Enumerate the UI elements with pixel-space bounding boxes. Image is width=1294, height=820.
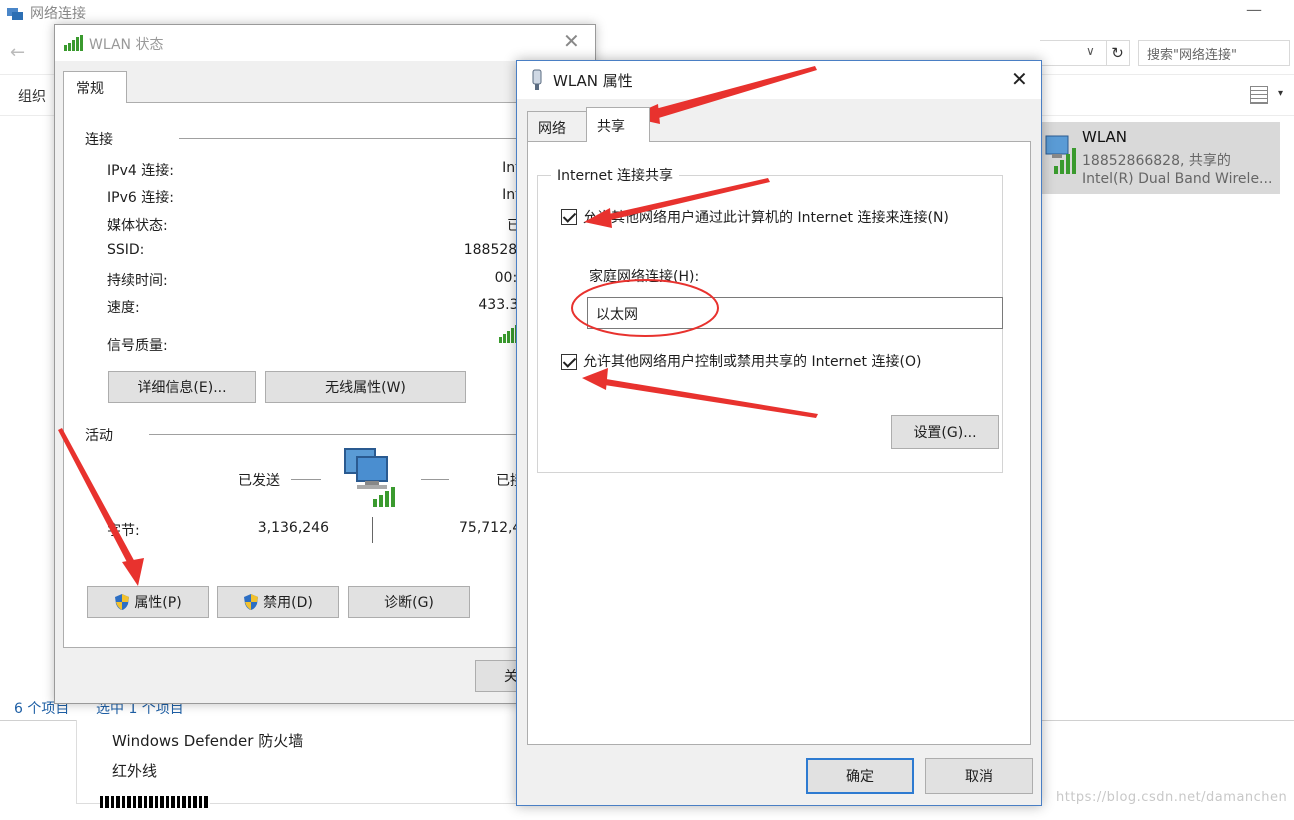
- divider: [291, 479, 321, 480]
- network-activity-icon: [344, 448, 395, 507]
- wlan-properties-dialog: WLAN 属性 ✕ 网络 共享 Internet 连接共享 允许其他网络用户通过…: [516, 60, 1042, 806]
- duration-label: 持续时间:: [107, 273, 168, 289]
- ipv6-label: IPv6 连接:: [107, 190, 174, 206]
- activity-group-label: 活动: [85, 428, 113, 444]
- details-button[interactable]: 详细信息(E)...: [108, 371, 256, 403]
- allow-share-checkbox[interactable]: [561, 209, 579, 227]
- close-icon[interactable]: ✕: [563, 29, 580, 53]
- connection-group-label: 连接: [85, 132, 113, 148]
- home-network-label: 家庭网络连接(H):: [589, 269, 700, 285]
- cancel-button[interactable]: 取消: [925, 758, 1033, 794]
- explorer-title: 网络连接: [30, 6, 86, 22]
- wlan-connection-item[interactable]: WLAN 18852866828, 共享的 Intel(R) Dual Band…: [1040, 122, 1280, 194]
- tab-general-label: 常规: [76, 81, 104, 97]
- tab-sharing-label: 共享: [597, 119, 625, 135]
- signal-bars-icon: [64, 35, 83, 51]
- tab-network[interactable]: 网络: [527, 111, 587, 141]
- diagnose-button[interactable]: 诊断(G): [348, 586, 470, 618]
- view-options-icon[interactable]: [1250, 86, 1268, 104]
- wireless-adapter-icon: [532, 69, 542, 90]
- disable-button[interactable]: 禁用(D): [217, 586, 339, 618]
- ssid-label: SSID:: [107, 242, 145, 258]
- uac-shield-icon: [115, 594, 130, 610]
- close-icon[interactable]: ✕: [1011, 67, 1028, 91]
- chevron-down-icon[interactable]: ∨: [1086, 44, 1095, 58]
- view-chevron-icon[interactable]: ▾: [1278, 88, 1283, 99]
- divider: [421, 479, 449, 480]
- refresh-icon[interactable]: ↻: [1106, 41, 1128, 65]
- ok-button[interactable]: 确定: [806, 758, 914, 794]
- properties-button[interactable]: 属性(P): [87, 586, 209, 618]
- divider: [372, 517, 373, 543]
- home-network-field[interactable]: 以太网: [587, 297, 1003, 329]
- uac-shield-icon: [244, 594, 259, 610]
- list-item[interactable]: Windows Defender 防火墙: [112, 730, 303, 751]
- signal-quality-label: 信号质量:: [107, 338, 168, 354]
- wireless-properties-button[interactable]: 无线属性(W): [265, 371, 466, 403]
- status-dialog-title: WLAN 状态: [89, 37, 164, 53]
- explorer-titlebar: 网络连接: [6, 2, 86, 24]
- wlan-status-dialog: WLAN 状态 ✕ 常规 连接 IPv4 连接: Inter IPv6 连接: …: [54, 24, 596, 704]
- speed-label: 速度:: [107, 300, 140, 316]
- back-arrow-icon[interactable]: ←: [10, 42, 25, 63]
- bytes-sent-value: 3,136,246: [257, 520, 329, 536]
- disable-button-label: 禁用(D): [263, 595, 313, 611]
- ipv4-label: IPv4 连接:: [107, 163, 174, 179]
- properties-dialog-title: WLAN 属性: [553, 72, 633, 90]
- tab-sharing[interactable]: 共享: [586, 107, 650, 142]
- allow-share-label[interactable]: 允许其他网络用户通过此计算机的 Internet 连接来连接(N): [583, 207, 949, 227]
- watermark: https://blog.csdn.net/damanchen: [1056, 790, 1288, 805]
- tab-general[interactable]: 常规: [63, 71, 127, 103]
- wlan-item-status: 18852866828, 共享的: [1082, 153, 1231, 169]
- wlan-item-adapter: Intel(R) Dual Band Wirele...: [1082, 171, 1273, 187]
- network-folder-icon: [7, 8, 23, 20]
- checkbox-checked-icon: [561, 354, 577, 370]
- qr-code-image: [100, 796, 210, 808]
- wlan-item-name: WLAN: [1082, 128, 1128, 146]
- organize-menu[interactable]: 组织: [18, 86, 46, 106]
- tab-network-label: 网络: [538, 121, 566, 137]
- list-item[interactable]: 红外线: [112, 760, 157, 781]
- allow-control-checkbox[interactable]: [561, 354, 579, 372]
- properties-button-label: 属性(P): [134, 595, 182, 611]
- allow-control-label[interactable]: 允许其他网络用户控制或禁用共享的 Internet 连接(O): [583, 351, 921, 371]
- minimize-icon[interactable]: —: [1246, 0, 1262, 19]
- wireless-adapter-icon: [1045, 135, 1076, 174]
- media-state-label: 媒体状态:: [107, 218, 168, 234]
- ics-group-label: Internet 连接共享: [551, 165, 680, 185]
- settings-button[interactable]: 设置(G)...: [891, 415, 999, 449]
- bytes-label: 字节:: [107, 523, 140, 539]
- sent-label: 已发送: [238, 473, 280, 489]
- checkbox-checked-icon: [561, 209, 577, 225]
- search-input[interactable]: 搜索"网络连接": [1138, 40, 1290, 66]
